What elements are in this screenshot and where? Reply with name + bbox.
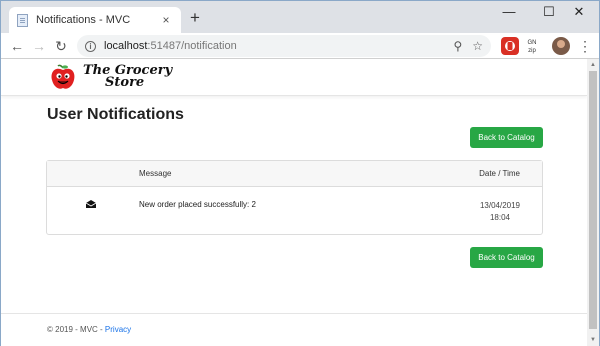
address-bar[interactable]: i localhost:51487/notification ⚲ ☆ xyxy=(77,35,491,57)
back-to-catalog-button-top[interactable]: Back to Catalog xyxy=(470,127,543,148)
page-viewport: The Grocery Store User Notifications Bac… xyxy=(1,59,587,346)
extension-red-icon[interactable] xyxy=(501,37,519,55)
back-to-catalog-button-bottom[interactable]: Back to Catalog xyxy=(470,247,543,268)
table-row[interactable]: New order placed successfully: 2 13/04/2… xyxy=(47,187,542,235)
browser-window: Notifications - MVC × + — ☐ ✕ ← → ↻ i lo… xyxy=(0,0,600,346)
scroll-down-arrow-icon[interactable]: ▼ xyxy=(589,336,597,344)
table-header: Message Date / Time xyxy=(47,161,542,187)
page-title: User Notifications xyxy=(47,106,184,123)
stop-icon xyxy=(505,41,515,51)
reload-icon[interactable]: ↻ xyxy=(51,36,71,56)
envelope-icon xyxy=(86,200,96,208)
notifications-table: Message Date / Time New order placed suc… xyxy=(46,160,543,235)
forward-arrow-icon[interactable]: → xyxy=(29,36,49,56)
back-arrow-icon[interactable]: ← xyxy=(7,36,27,56)
page-icon xyxy=(17,13,28,27)
notification-time: 18:04 xyxy=(489,213,510,222)
menu-icon[interactable]: ⋮ xyxy=(577,36,593,56)
scroll-up-arrow-icon[interactable]: ▲ xyxy=(589,61,597,69)
tab-notifications[interactable]: Notifications - MVC × xyxy=(9,7,181,33)
info-icon[interactable]: i xyxy=(85,40,96,52)
new-tab-button[interactable]: + xyxy=(185,8,205,28)
tab-title: Notifications - MVC xyxy=(36,14,131,26)
site-logo[interactable]: The Grocery Store xyxy=(49,62,172,92)
logo-text: The Grocery Store xyxy=(83,63,173,90)
copyright-text: © 2019 - MVC - xyxy=(47,325,105,334)
scroll-thumb[interactable] xyxy=(589,71,597,329)
site-header: The Grocery Store xyxy=(1,59,587,96)
header-date-time: Date / Time xyxy=(479,169,520,178)
notification-date: 13/04/2019 xyxy=(479,201,520,210)
tab-close-icon[interactable]: × xyxy=(159,13,173,27)
apple-logo-icon xyxy=(51,64,75,89)
extension-gnzip-icon[interactable]: GN zip xyxy=(523,37,541,55)
url-text[interactable]: localhost:51487/notification xyxy=(104,40,443,52)
notification-message: New order placed successfully: 2 xyxy=(139,200,256,209)
footer-text: © 2019 - MVC - Privacy xyxy=(47,325,131,334)
zoom-icon[interactable]: ⚲ xyxy=(453,39,462,53)
profile-avatar[interactable] xyxy=(552,37,570,55)
close-window-button[interactable]: ✕ xyxy=(559,1,599,23)
notification-date-time: 13/04/2019 18:04 xyxy=(480,200,520,224)
header-message: Message xyxy=(139,169,172,178)
site-footer: © 2019 - MVC - Privacy xyxy=(1,313,587,346)
star-icon[interactable]: ☆ xyxy=(472,39,483,53)
minimize-button[interactable]: — xyxy=(489,1,529,23)
vertical-scrollbar[interactable]: ▲ ▼ xyxy=(587,59,599,346)
browser-toolbar: ← → ↻ i localhost:51487/notification ⚲ ☆… xyxy=(1,33,599,59)
privacy-link[interactable]: Privacy xyxy=(105,325,131,334)
tab-bar: Notifications - MVC × + — ☐ ✕ xyxy=(1,1,599,33)
